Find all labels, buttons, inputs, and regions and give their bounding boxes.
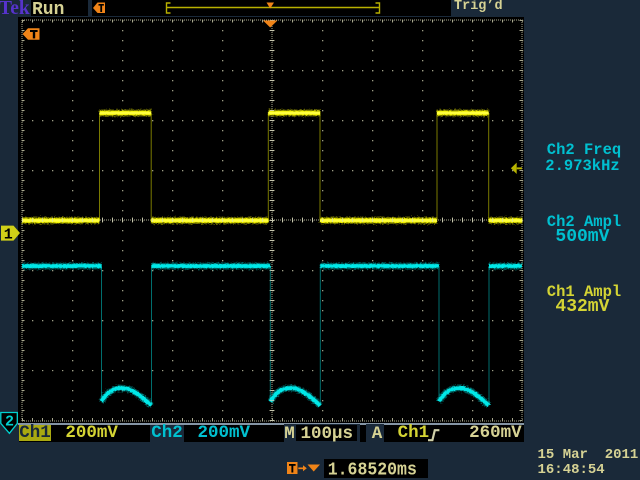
svg-text:1: 1 [4,226,13,243]
svg-text:2: 2 [5,413,14,430]
